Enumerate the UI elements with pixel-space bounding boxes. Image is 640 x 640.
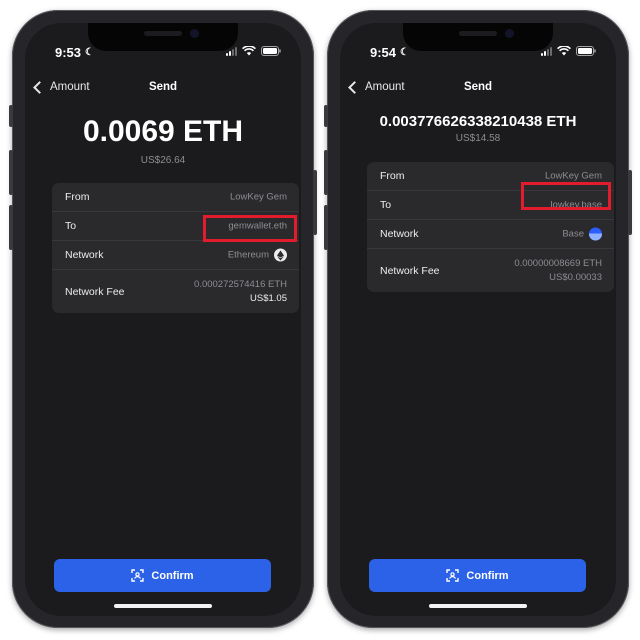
volume-up-button — [324, 150, 328, 195]
screen: 9:53 ☾ Amount Send 0.0069 ETH US$26.64 F… — [25, 23, 301, 616]
page-title: Send — [463, 81, 493, 93]
home-indicator[interactable] — [114, 604, 212, 608]
battery-icon — [576, 46, 596, 56]
volume-up-button — [9, 150, 13, 195]
network-fee-label: Network Fee — [65, 285, 125, 298]
status-icons — [226, 46, 281, 56]
from-value: LowKey Gem — [229, 191, 287, 203]
status-icons — [541, 46, 596, 56]
send-amount: 0.003776626338210438 ETH — [379, 113, 577, 130]
to-label: To — [65, 220, 77, 232]
wifi-icon — [557, 46, 571, 56]
from-label: From — [65, 191, 90, 203]
page-title: Send — [148, 81, 178, 93]
moon-icon: ☾ — [85, 47, 94, 58]
network-fee-value: 0.00000008669 ETH — [514, 257, 602, 269]
signal-icon — [226, 46, 237, 56]
wifi-icon — [242, 46, 256, 56]
network-value: Ethereum — [227, 249, 269, 261]
network-fee-usd: US$0.00033 — [549, 271, 602, 283]
screen: 9:54 ☾ Amount Send 0.003776626338210438 E… — [340, 23, 616, 616]
to-label: To — [380, 199, 392, 211]
network-value: Base — [562, 228, 584, 240]
moon-icon: ☾ — [400, 47, 409, 58]
send-amount-usd: US$26.64 — [140, 155, 186, 166]
volume-down-button — [324, 205, 328, 250]
from-label: From — [380, 170, 405, 182]
confirm-button[interactable]: Confirm — [54, 559, 271, 592]
network-row: Network Base — [367, 220, 614, 249]
network-fee-value-group: 0.000272574416 ETH US$1.05 — [194, 278, 287, 306]
network-fee-value: 0.000272574416 ETH — [194, 278, 287, 290]
confirm-label: Confirm — [151, 569, 194, 582]
navigation-bar: Amount Send — [340, 75, 616, 105]
network-fee-row[interactable]: Network Fee 0.00000008669 ETH US$0.00033 — [367, 249, 614, 292]
highlight-box — [203, 215, 297, 242]
confirm-label: Confirm — [466, 569, 509, 582]
network-fee-value-group: 0.00000008669 ETH US$0.00033 — [514, 257, 602, 285]
network-fee-row[interactable]: Network Fee 0.000272574416 ETH US$1.05 — [52, 270, 299, 313]
status-time: 9:54 ☾ — [370, 45, 409, 60]
battery-icon — [261, 46, 281, 56]
from-row: From LowKey Gem — [52, 183, 299, 212]
mute-switch — [324, 105, 328, 127]
send-amount: 0.0069 ETH — [82, 115, 244, 148]
signal-icon — [541, 46, 552, 56]
network-value-group: Ethereum — [227, 248, 287, 262]
send-amount-usd: US$14.58 — [455, 133, 501, 144]
ethereum-icon — [274, 248, 287, 262]
network-fee-label: Network Fee — [380, 264, 440, 277]
volume-down-button — [9, 205, 13, 250]
notch — [403, 23, 553, 51]
network-label: Network — [380, 228, 419, 240]
status-time: 9:53 ☾ — [55, 45, 94, 60]
base-icon — [589, 227, 602, 241]
power-button — [628, 170, 632, 235]
scan-icon — [446, 569, 460, 582]
transaction-details-card: From LowKey Gem To gemwallet.eth Network… — [52, 183, 299, 313]
highlight-box — [521, 182, 611, 210]
network-value-group: Base — [562, 227, 602, 241]
network-label: Network — [65, 249, 104, 261]
navigation-bar: Amount Send — [25, 75, 301, 105]
power-button — [313, 170, 317, 235]
notch — [88, 23, 238, 51]
mute-switch — [9, 105, 13, 127]
scan-icon — [131, 569, 145, 582]
network-row: Network Ethereum — [52, 241, 299, 270]
phone-right: 9:54 ☾ Amount Send 0.003776626338210438 E… — [324, 10, 632, 628]
confirm-button[interactable]: Confirm — [369, 559, 586, 592]
network-fee-usd: US$1.05 — [250, 292, 287, 304]
home-indicator[interactable] — [429, 604, 527, 608]
phone-left: 9:53 ☾ Amount Send 0.0069 ETH US$26.64 F… — [9, 10, 317, 628]
from-value: LowKey Gem — [544, 170, 602, 182]
